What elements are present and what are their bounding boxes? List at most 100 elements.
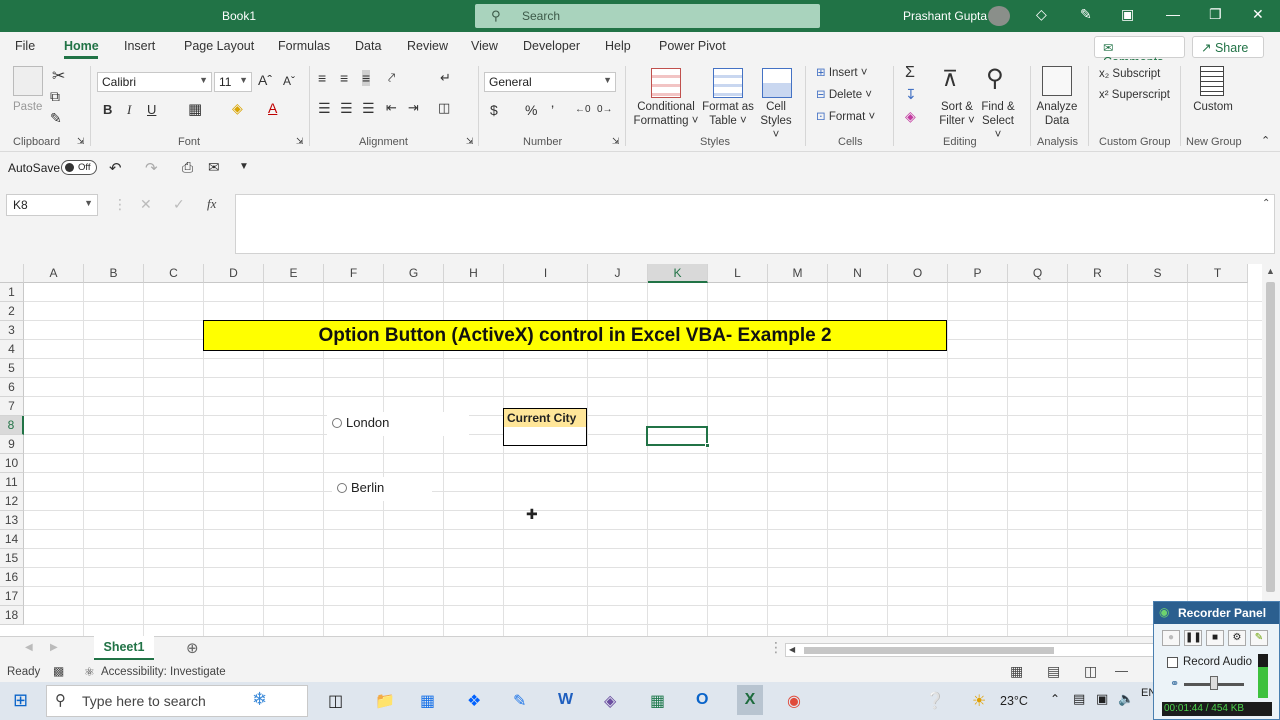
increase-indent-icon[interactable]: ⇥ [408, 100, 419, 116]
horizontal-scrollbar[interactable]: ◀ [785, 643, 1155, 657]
record-icon[interactable]: ● [1162, 630, 1180, 646]
weather-temperature[interactable]: 23°C [1000, 694, 1028, 708]
store-icon[interactable]: ▦ [420, 691, 435, 711]
cell-styles-icon[interactable] [762, 68, 792, 98]
select-all-corner[interactable] [0, 264, 24, 283]
print-preview-icon[interactable]: ⎙ [182, 159, 193, 176]
row-header-16[interactable]: 16 [0, 568, 24, 587]
dialog-launcher-icon[interactable]: ⇲ [77, 136, 85, 147]
row-header-8[interactable]: 8 [0, 416, 24, 435]
clear-icon[interactable]: ◈ [905, 108, 916, 125]
column-header-a[interactable]: A [24, 264, 84, 283]
column-header-i[interactable]: I [504, 264, 588, 283]
vertical-scrollbar[interactable]: ▲ [1262, 264, 1280, 636]
row-header-3[interactable]: 3 [0, 321, 24, 340]
share-button[interactable]: ↗ Share [1192, 36, 1264, 58]
collapse-ribbon-icon[interactable]: ⌃ [1261, 134, 1270, 147]
fill-icon[interactable]: ↧ [905, 86, 917, 103]
column-header-j[interactable]: J [588, 264, 648, 283]
row-header-12[interactable]: 12 [0, 492, 24, 511]
column-header-e[interactable]: E [264, 264, 324, 283]
scroll-tabs-left-icon[interactable]: ◀ [25, 642, 33, 653]
align-right-icon[interactable]: ☰ [362, 100, 375, 117]
row-header-2[interactable]: 2 [0, 302, 24, 321]
column-header-l[interactable]: L [708, 264, 768, 283]
diamond-icon[interactable]: ◇ [1036, 6, 1047, 23]
align-center-icon[interactable]: ☰ [340, 100, 353, 117]
row-header-11[interactable]: 11 [0, 473, 24, 492]
horizontal-scroll-thumb[interactable] [804, 647, 1054, 654]
row-header-17[interactable]: 17 [0, 587, 24, 606]
tab-file[interactable]: File [15, 39, 35, 53]
sort-filter-icon[interactable]: ⊼ [942, 66, 958, 92]
comments-button[interactable]: ✉ Comments [1094, 36, 1185, 69]
column-header-k[interactable]: K [648, 264, 708, 283]
accessibility-status[interactable]: Accessibility: Investigate [101, 666, 226, 678]
row-header-5[interactable]: 5 [0, 359, 24, 378]
send-email-icon[interactable]: ✉ [208, 159, 220, 176]
vertical-scroll-thumb[interactable] [1266, 282, 1275, 592]
find-select-button[interactable]: Find & Select ˅ [978, 100, 1018, 142]
format-painter-icon[interactable]: ✎ [50, 110, 62, 127]
sheet-tab-sheet1[interactable]: Sheet1 [94, 636, 154, 660]
align-left-icon[interactable]: ☰ [318, 100, 331, 117]
tab-power-pivot[interactable]: Power Pivot [659, 39, 726, 53]
column-header-f[interactable]: F [324, 264, 384, 283]
dialog-launcher-icon[interactable]: ⇲ [466, 136, 474, 147]
dialog-launcher-icon[interactable]: ⇲ [612, 136, 620, 147]
increase-font-icon[interactable]: Aˆ [258, 72, 272, 88]
column-header-o[interactable]: O [888, 264, 948, 283]
column-header-t[interactable]: T [1188, 264, 1248, 283]
tab-split-icon[interactable]: ⋮ [769, 639, 783, 656]
conditional-formatting-button[interactable]: Conditional Formatting ˅ [633, 100, 699, 128]
comma-style-icon[interactable]: ’ [551, 102, 554, 118]
add-sheet-icon[interactable]: ⊕ [186, 639, 199, 657]
column-header-g[interactable]: G [384, 264, 444, 283]
row-header-7[interactable]: 7 [0, 397, 24, 416]
insert-function-button[interactable]: fx [207, 196, 216, 212]
show-hidden-icons-icon[interactable]: ⌃ [1050, 692, 1060, 706]
network-icon[interactable]: ▤ [1073, 691, 1085, 707]
draw-icon[interactable]: ✎ [1250, 630, 1268, 646]
sort-filter-button[interactable]: Sort & Filter ˅ [938, 100, 976, 128]
battery-icon[interactable]: ▣ [1096, 691, 1108, 707]
superscript-button[interactable]: x² Superscript [1099, 88, 1170, 102]
wrap-text-icon[interactable]: ↵ [440, 70, 451, 86]
insert-cells-button[interactable]: ⊞ Insert ˅ [816, 66, 868, 80]
tab-help[interactable]: Help [605, 39, 631, 53]
orientation-icon[interactable]: ⤤ [388, 70, 395, 86]
font-size-select[interactable]: 11 ▼ [214, 72, 252, 92]
scroll-up-icon[interactable]: ▲ [1266, 266, 1275, 276]
title-banner-cell[interactable]: Option Button (ActiveX) control in Excel… [203, 320, 947, 351]
tab-developer[interactable]: Developer [523, 39, 580, 53]
audio-volume-thumb[interactable] [1210, 676, 1218, 690]
fill-color-icon[interactable]: ◈ [232, 100, 243, 117]
option-button-berlin[interactable]: Berlin [332, 477, 432, 501]
conditional-formatting-icon[interactable] [651, 68, 681, 98]
tab-formulas[interactable]: Formulas [278, 39, 330, 53]
bottom-align-icon[interactable]: ≡ [362, 70, 371, 86]
current-city-header[interactable]: Current City [503, 408, 587, 428]
help-icon[interactable]: ❔ [925, 691, 945, 711]
bold-icon[interactable]: B [103, 102, 112, 117]
paint-icon[interactable]: ◈ [604, 691, 616, 711]
column-header-s[interactable]: S [1128, 264, 1188, 283]
column-header-c[interactable]: C [144, 264, 204, 283]
pen-icon[interactable]: ✎ [1080, 6, 1092, 23]
pause-icon[interactable]: ❚❚ [1184, 630, 1202, 646]
macro-recording-icon[interactable]: ▩ [53, 664, 64, 678]
current-city-value-cell[interactable] [503, 427, 587, 446]
row-header-18[interactable]: 18 [0, 606, 24, 625]
number-format-select[interactable]: General ▼ [484, 72, 616, 92]
tab-page-layout[interactable]: Page Layout [184, 39, 254, 53]
ribbon-display-icon[interactable]: ▣ [1121, 6, 1134, 23]
borders-icon[interactable]: ▦ [188, 100, 202, 118]
increase-decimal-icon[interactable]: ←0 [575, 104, 591, 115]
format-as-table-icon[interactable] [713, 68, 743, 98]
subscript-button[interactable]: x₂ Subscript [1099, 67, 1160, 81]
user-name[interactable]: Prashant Gupta [903, 9, 987, 23]
italic-icon[interactable]: I [127, 102, 131, 118]
maximize-icon[interactable]: ❐ [1209, 6, 1222, 23]
tab-insert[interactable]: Insert [124, 39, 155, 53]
active-cell-k8[interactable] [646, 426, 710, 448]
